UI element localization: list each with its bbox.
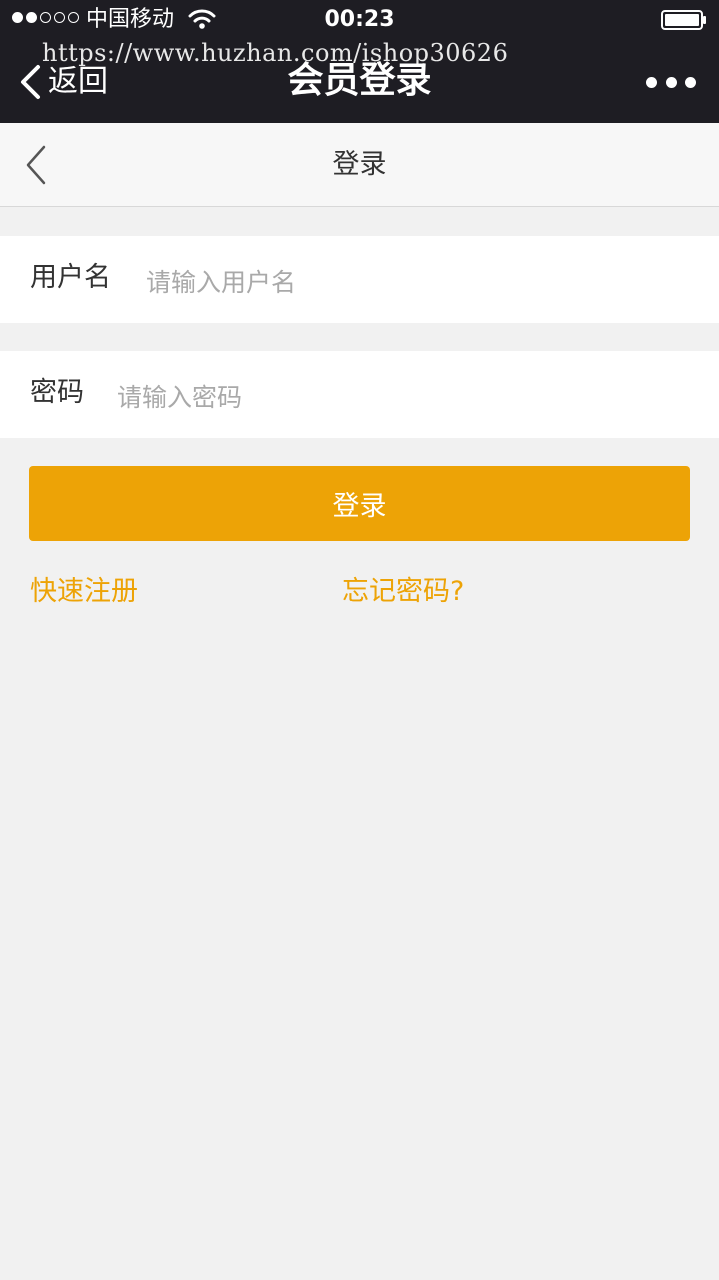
wechat-back-label: 返回 (48, 64, 108, 99)
username-row: 用户名 (0, 236, 719, 323)
top-header: 中国移动 00:23 https://www.huzhan.com/ishop3… (0, 0, 719, 123)
more-dots-icon (646, 76, 657, 88)
more-options-button[interactable] (646, 68, 696, 96)
quick-register-link[interactable]: 快速注册 (30, 572, 138, 612)
password-label: 密码 (30, 377, 84, 408)
username-input[interactable] (146, 262, 686, 302)
password-row: 密码 (0, 351, 719, 438)
url-watermark: https://www.huzhan.com/ishop30626 (42, 39, 509, 67)
page-header: 登录 (0, 123, 719, 207)
forgot-password-link[interactable]: 忘记密码? (342, 572, 464, 612)
status-bar: 中国移动 00:23 (0, 0, 719, 40)
page-back-button[interactable] (22, 143, 52, 187)
chevron-left-icon (21, 65, 40, 99)
password-input[interactable] (117, 377, 687, 417)
page-title: 登录 (332, 149, 387, 180)
status-time: 00:23 (324, 7, 395, 32)
login-button[interactable]: 登录 (29, 466, 690, 541)
wechat-back-button[interactable]: 返回 (18, 62, 108, 102)
username-label: 用户名 (30, 262, 111, 293)
battery-icon (661, 10, 706, 30)
